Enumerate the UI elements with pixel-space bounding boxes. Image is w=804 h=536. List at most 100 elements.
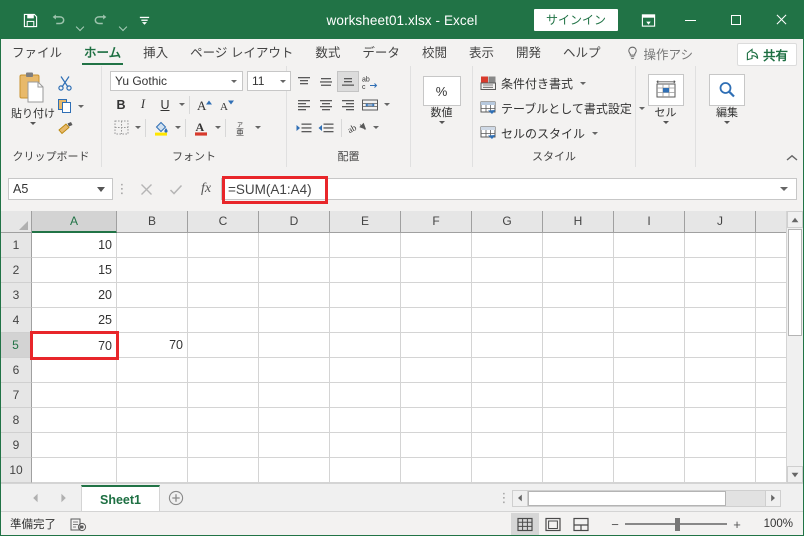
row-header-5[interactable]: 5: [1, 333, 32, 358]
cell-H9[interactable]: [543, 433, 614, 458]
cell-I4[interactable]: [614, 308, 685, 333]
cell-G1[interactable]: [472, 233, 543, 258]
cell-k6[interactable]: [756, 358, 788, 383]
tab-insert[interactable]: 挿入: [132, 41, 179, 66]
cell-D4[interactable]: [259, 308, 330, 333]
cell-k3[interactable]: [756, 283, 788, 308]
cell-H3[interactable]: [543, 283, 614, 308]
zoom-out-button[interactable]: −: [605, 514, 625, 534]
underline-button[interactable]: U: [154, 94, 176, 115]
record-macro-button[interactable]: [70, 517, 87, 532]
orientation-dropdown-icon[interactable]: [373, 126, 379, 129]
undo-button[interactable]: [45, 7, 71, 33]
cell-F3[interactable]: [401, 283, 472, 308]
name-box[interactable]: A5: [8, 178, 113, 200]
copy-button[interactable]: [57, 95, 84, 117]
cell-I8[interactable]: [614, 408, 685, 433]
bottom-align-button[interactable]: [337, 71, 359, 92]
font-color-button[interactable]: A: [190, 117, 212, 138]
scroll-down-button[interactable]: [787, 466, 803, 483]
row-header-6[interactable]: 6: [1, 358, 32, 383]
zoom-level-label[interactable]: 100%: [747, 518, 803, 530]
tab-home[interactable]: ホーム: [73, 41, 132, 66]
horizontal-scrollbar[interactable]: [512, 489, 781, 507]
merge-dropdown-icon[interactable]: [384, 103, 390, 106]
cells-dropdown-icon[interactable]: [662, 121, 669, 124]
cell-C5[interactable]: [188, 333, 259, 358]
cell-B1[interactable]: [117, 233, 188, 258]
cell-E5[interactable]: [330, 333, 401, 358]
cell-F4[interactable]: [401, 308, 472, 333]
cell-H1[interactable]: [543, 233, 614, 258]
cell-F9[interactable]: [401, 433, 472, 458]
save-button[interactable]: [17, 7, 43, 33]
paste-dropdown-icon[interactable]: [30, 122, 36, 125]
zoom-slider-thumb[interactable]: [675, 518, 680, 531]
previous-sheet-button[interactable]: [21, 485, 49, 511]
cell-F6[interactable]: [401, 358, 472, 383]
cell-k10[interactable]: [756, 458, 788, 483]
sign-in-button[interactable]: サインイン: [533, 9, 618, 31]
horizontal-scroll-thumb[interactable]: [528, 490, 726, 506]
row-header-3[interactable]: 3: [1, 283, 32, 308]
cell-A6[interactable]: [32, 358, 117, 383]
cell-J6[interactable]: [685, 358, 756, 383]
cell-F10[interactable]: [401, 458, 472, 483]
cell-H10[interactable]: [543, 458, 614, 483]
cell-k9[interactable]: [756, 433, 788, 458]
cancel-entry-button[interactable]: [131, 178, 161, 200]
scroll-up-button[interactable]: [787, 211, 803, 228]
number-format-button[interactable]: % 数値: [418, 74, 466, 124]
sheet-tab-sheet1[interactable]: Sheet1: [81, 484, 160, 512]
cell-C4[interactable]: [188, 308, 259, 333]
cell-A7[interactable]: [32, 383, 117, 408]
font-name-dropdown-icon[interactable]: [231, 79, 237, 83]
cell-E9[interactable]: [330, 433, 401, 458]
column-header-A[interactable]: A: [32, 211, 117, 233]
zoom-in-button[interactable]: +: [727, 514, 747, 534]
cell-G2[interactable]: [472, 258, 543, 283]
cell-I9[interactable]: [614, 433, 685, 458]
row-header-8[interactable]: 8: [1, 408, 32, 433]
font-color-dropdown-icon[interactable]: [215, 126, 221, 129]
underline-dropdown-icon[interactable]: [179, 103, 185, 106]
font-size-dropdown-icon[interactable]: [280, 79, 286, 83]
cell-B10[interactable]: [117, 458, 188, 483]
cell-J5[interactable]: [685, 333, 756, 358]
column-header-G[interactable]: G: [472, 211, 543, 233]
cell-B3[interactable]: [117, 283, 188, 308]
cell-D5[interactable]: [259, 333, 330, 358]
cell-D9[interactable]: [259, 433, 330, 458]
cell-C10[interactable]: [188, 458, 259, 483]
insert-function-button[interactable]: fx: [191, 178, 221, 200]
customize-quick-access-button[interactable]: [131, 7, 157, 33]
cell-E2[interactable]: [330, 258, 401, 283]
row-header-10[interactable]: 10: [1, 458, 32, 483]
cell-B8[interactable]: [117, 408, 188, 433]
fill-color-dropdown-icon[interactable]: [175, 126, 181, 129]
row-header-9[interactable]: 9: [1, 433, 32, 458]
cell-A9[interactable]: [32, 433, 117, 458]
select-all-button[interactable]: [1, 211, 32, 233]
cell-J10[interactable]: [685, 458, 756, 483]
orientation-button[interactable]: ab: [346, 117, 370, 138]
merge-and-center-button[interactable]: [359, 94, 381, 115]
cell-E6[interactable]: [330, 358, 401, 383]
editing-button[interactable]: 編集: [703, 72, 751, 124]
tab-page-layout[interactable]: ページ レイアウト: [179, 41, 304, 66]
cell-C6[interactable]: [188, 358, 259, 383]
undo-dropdown-icon[interactable]: [73, 4, 86, 37]
editing-dropdown-icon[interactable]: [724, 121, 730, 124]
formula-input[interactable]: =SUM(A1:A4): [221, 176, 797, 204]
format-as-table-button[interactable]: テーブルとして書式設定: [480, 96, 645, 120]
number-dropdown-icon[interactable]: [438, 121, 445, 124]
redo-button[interactable]: [88, 7, 114, 33]
minimize-button[interactable]: [668, 1, 713, 39]
cell-G8[interactable]: [472, 408, 543, 433]
conditional-formatting-dropdown-icon[interactable]: [580, 81, 587, 85]
cell-J8[interactable]: [685, 408, 756, 433]
cell-G10[interactable]: [472, 458, 543, 483]
cell-F5[interactable]: [401, 333, 472, 358]
phonetic-dropdown-icon[interactable]: [255, 126, 261, 129]
cell-B6[interactable]: [117, 358, 188, 383]
